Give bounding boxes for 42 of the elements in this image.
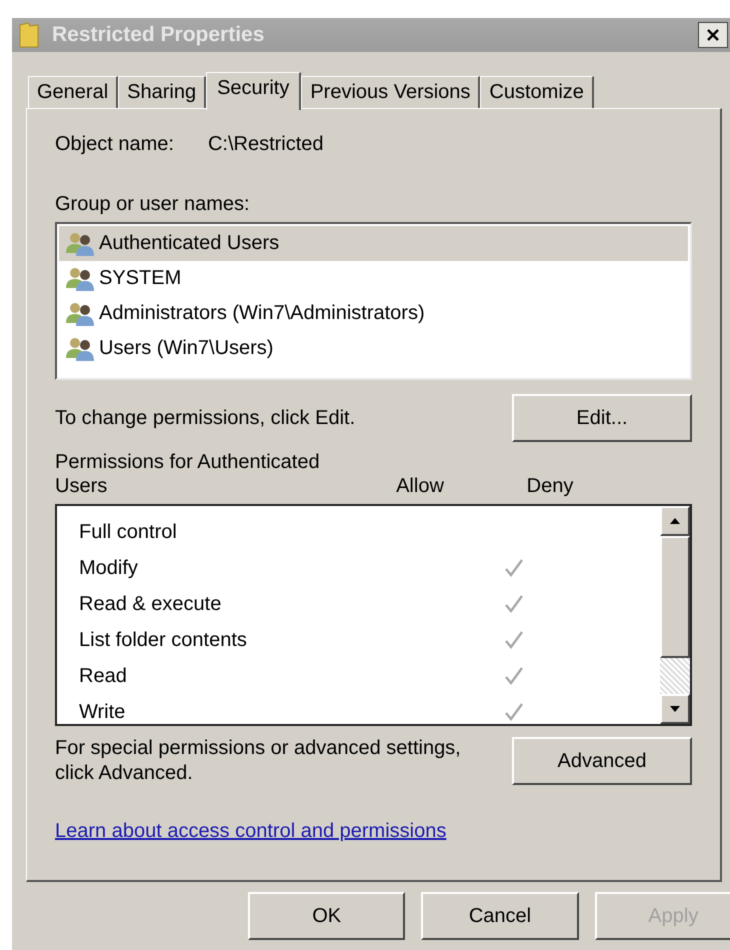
users-icon bbox=[65, 336, 97, 362]
user-list-item[interactable]: Authenticated Users bbox=[59, 226, 688, 261]
permission-name: Write bbox=[78, 700, 126, 724]
scroll-up-button[interactable] bbox=[660, 506, 690, 536]
help-link[interactable]: Learn about access control and permissions bbox=[55, 820, 446, 843]
tab[interactable]: Security bbox=[206, 72, 302, 110]
advanced-hint: For special permissions or advanced settings, click Advanced. bbox=[55, 736, 462, 786]
edit-hint: To change permissions, click Edit. bbox=[55, 406, 356, 430]
user-list-item[interactable]: Administrators (Win7\Administrators) bbox=[59, 296, 688, 331]
permissions-label: Permissions for Authenticated Users bbox=[55, 450, 321, 498]
scrollbar[interactable] bbox=[660, 506, 690, 724]
window-title: Restricted Properties bbox=[52, 23, 264, 47]
permission-name: Modify bbox=[78, 556, 139, 580]
down-arrow-icon bbox=[669, 705, 681, 713]
permission-name: Full control bbox=[78, 520, 178, 544]
tab[interactable]: Previous Versions bbox=[301, 76, 480, 108]
permission-name: Read bbox=[78, 664, 128, 688]
deny-header: Deny bbox=[526, 475, 574, 498]
groups-label: Group or user names: bbox=[55, 193, 251, 216]
users-icon bbox=[65, 266, 97, 292]
advanced-button[interactable]: Advanced bbox=[512, 737, 692, 785]
up-arrow-icon bbox=[669, 517, 681, 525]
users-icon bbox=[65, 300, 97, 326]
dialog-button[interactable]: OK bbox=[248, 892, 406, 940]
folder-icon bbox=[18, 21, 40, 49]
edit-button[interactable]: Edit... bbox=[512, 394, 692, 442]
object-name-label: Object name: bbox=[55, 133, 174, 157]
close-button[interactable] bbox=[698, 22, 728, 48]
allow-header: Allow bbox=[395, 475, 445, 498]
scroll-thumb[interactable] bbox=[660, 536, 690, 658]
users-icon bbox=[65, 230, 97, 256]
tab[interactable]: Customize bbox=[480, 76, 594, 108]
close-icon bbox=[705, 27, 721, 43]
object-name-value: C:\Restricted bbox=[208, 133, 324, 157]
permission-name: Read & execute bbox=[78, 592, 222, 616]
tab[interactable]: General bbox=[28, 76, 118, 108]
user-list-item[interactable]: SYSTEM bbox=[59, 261, 688, 296]
permission-name: List folder contents bbox=[78, 628, 248, 652]
dialog-button[interactable]: Cancel bbox=[421, 892, 579, 940]
user-list-item[interactable]: Users (Win7\Users) bbox=[59, 331, 688, 366]
tab[interactable]: Sharing bbox=[118, 76, 206, 108]
scroll-down-button[interactable] bbox=[660, 694, 690, 724]
